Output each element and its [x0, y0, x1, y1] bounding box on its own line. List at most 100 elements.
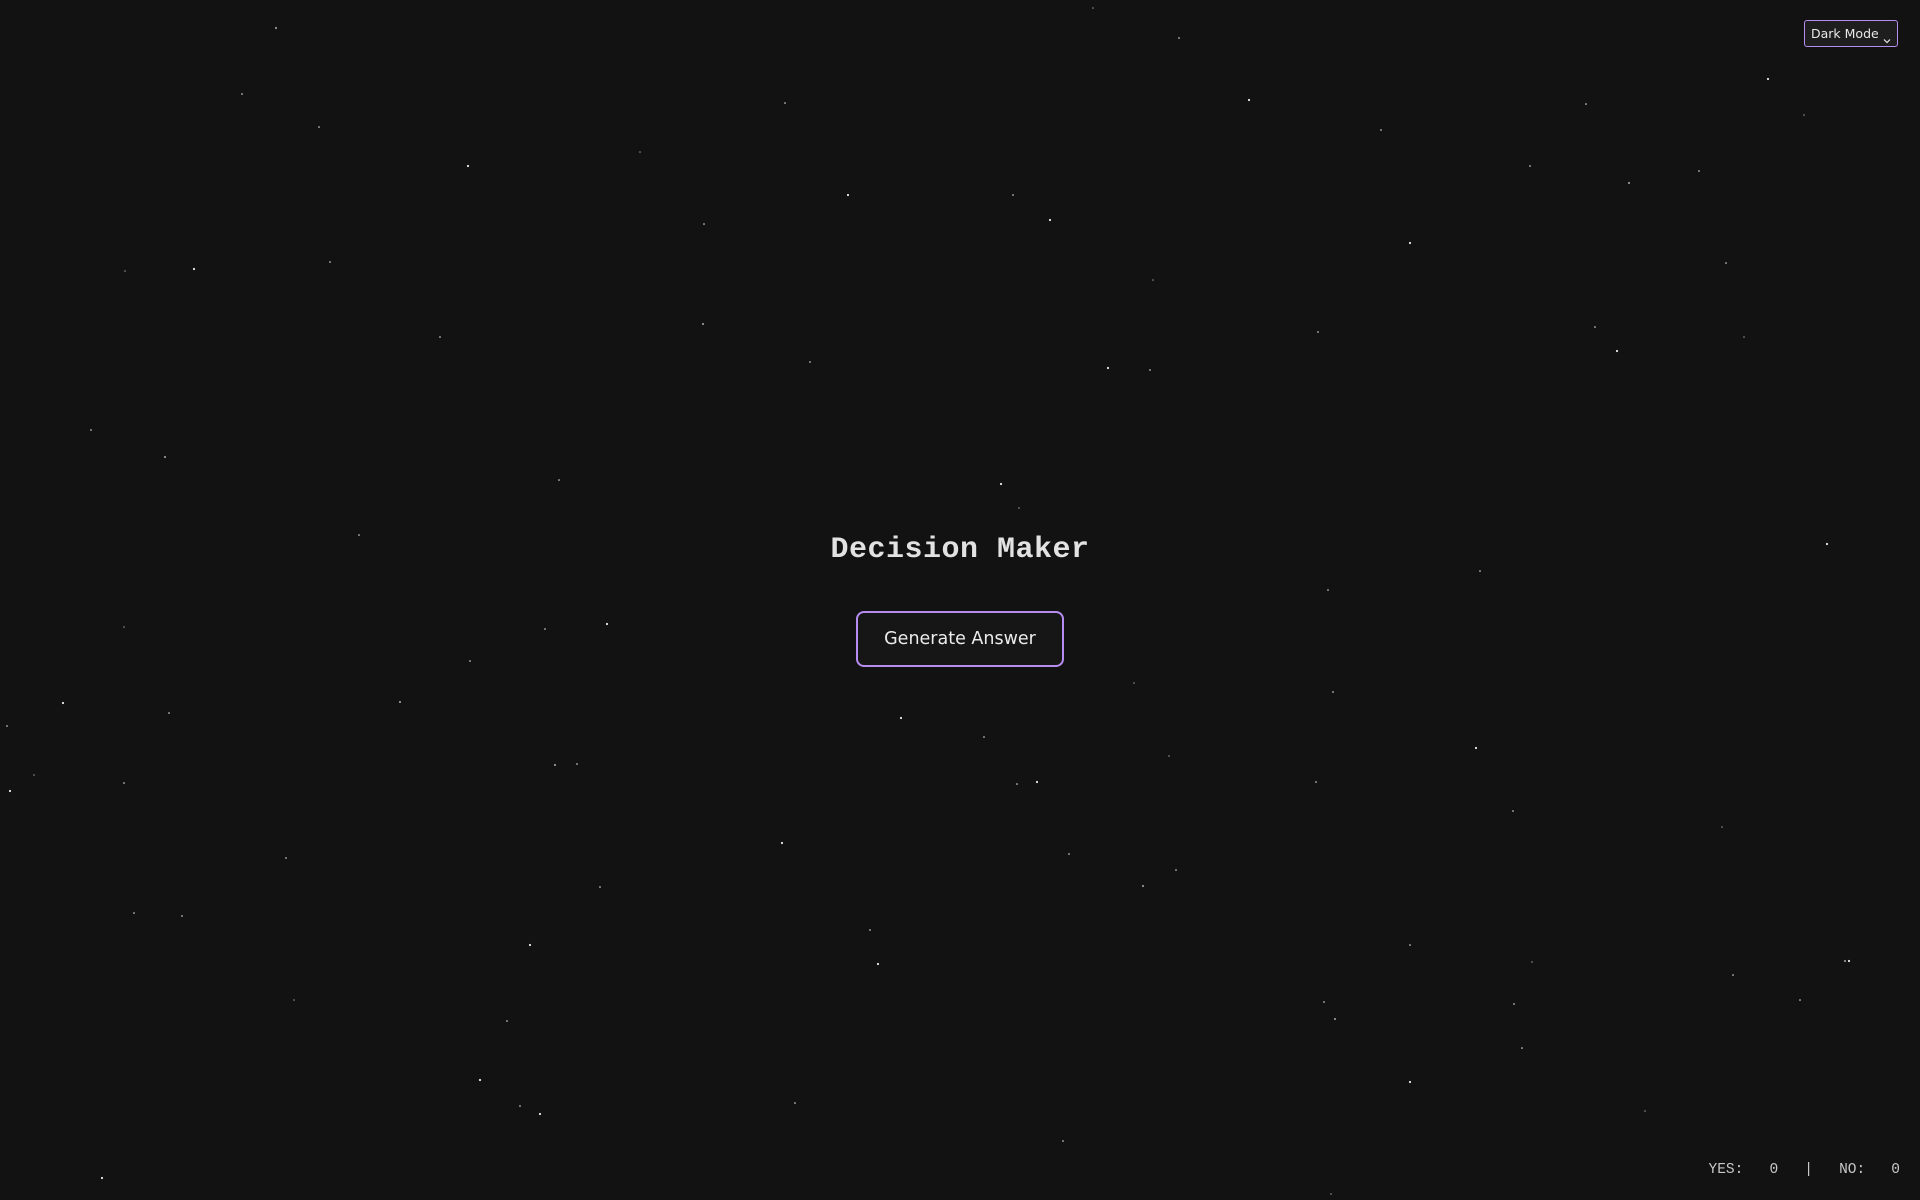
- star: [274, 26, 278, 30]
- star: [558, 479, 560, 481]
- star: [285, 857, 287, 859]
- star: [538, 1112, 542, 1116]
- star: [999, 482, 1003, 486]
- star: [1513, 1003, 1515, 1005]
- theme-select-value: Dark Mode: [1811, 26, 1879, 41]
- star: [318, 126, 320, 128]
- star: [1317, 331, 1319, 333]
- star: [553, 763, 557, 767]
- star: [1615, 349, 1619, 353]
- star: [701, 322, 705, 326]
- main-content: Decision Maker Generate Answer: [0, 532, 1920, 667]
- star: [1141, 884, 1145, 888]
- star: [703, 223, 705, 225]
- star: [899, 716, 903, 720]
- star: [1732, 974, 1734, 976]
- star: [1247, 98, 1251, 102]
- star: [1409, 944, 1411, 946]
- star: [1529, 165, 1531, 167]
- star: [1175, 869, 1177, 871]
- star: [784, 102, 786, 104]
- star: [599, 886, 601, 888]
- star: [846, 193, 850, 197]
- star: [1106, 366, 1110, 370]
- star: [168, 712, 170, 714]
- no-label: NO:: [1839, 1162, 1866, 1178]
- star: [1843, 959, 1847, 963]
- star: [1725, 262, 1727, 264]
- star: [329, 261, 331, 263]
- star: [1315, 781, 1317, 783]
- star: [1408, 1080, 1412, 1084]
- yes-no-counter: YES: 0 | NO: 0: [1709, 1162, 1900, 1178]
- star: [1531, 961, 1533, 963]
- star: [983, 736, 985, 738]
- star: [1152, 279, 1154, 281]
- star: [1585, 103, 1587, 105]
- counter-separator: |: [1804, 1162, 1813, 1178]
- star: [241, 93, 243, 95]
- star: [528, 943, 532, 947]
- star: [1133, 682, 1135, 684]
- chevron-down-icon: [1883, 30, 1891, 43]
- star: [6, 725, 8, 727]
- star: [1408, 241, 1412, 245]
- no-count: 0: [1891, 1162, 1900, 1178]
- star: [794, 1102, 796, 1104]
- star: [100, 1176, 104, 1180]
- star: [1333, 1017, 1337, 1021]
- star: [876, 962, 880, 966]
- star: [1380, 129, 1382, 131]
- star: [163, 455, 167, 459]
- star: [1521, 1047, 1523, 1049]
- star: [398, 700, 402, 704]
- star: [1330, 1193, 1332, 1195]
- star: [1092, 7, 1094, 9]
- star: [809, 361, 811, 363]
- star: [1766, 77, 1770, 81]
- star: [1512, 810, 1514, 812]
- star: [123, 782, 125, 784]
- star: [1721, 826, 1723, 828]
- star: [1178, 37, 1180, 39]
- star: [1323, 1001, 1325, 1003]
- star: [61, 701, 65, 705]
- star: [1698, 170, 1700, 172]
- star: [1332, 691, 1334, 693]
- star: [1799, 999, 1801, 1001]
- yes-label: YES:: [1708, 1162, 1744, 1178]
- star: [869, 929, 871, 931]
- star: [293, 999, 295, 1001]
- star: [576, 763, 578, 765]
- star: [1016, 783, 1018, 785]
- star: [1068, 853, 1070, 855]
- star: [1035, 780, 1039, 784]
- star: [1149, 369, 1151, 371]
- star: [1743, 336, 1745, 338]
- theme-select[interactable]: Dark Mode: [1804, 20, 1898, 47]
- star: [1474, 746, 1478, 750]
- yes-count: 0: [1769, 1162, 1779, 1178]
- star: [1062, 1140, 1064, 1142]
- star: [1012, 194, 1014, 196]
- star: [1594, 326, 1596, 328]
- star: [33, 774, 35, 776]
- page-title: Decision Maker: [830, 533, 1090, 567]
- star: [8, 789, 12, 793]
- star: [1644, 1110, 1646, 1112]
- star: [1627, 181, 1631, 185]
- star: [639, 151, 641, 153]
- star: [1803, 114, 1805, 116]
- star: [1168, 755, 1170, 757]
- star: [192, 267, 196, 271]
- generate-answer-button[interactable]: Generate Answer: [856, 611, 1064, 667]
- star: [478, 1078, 482, 1082]
- star: [133, 912, 135, 914]
- star: [506, 1020, 508, 1022]
- star: [519, 1105, 521, 1107]
- star: [90, 429, 92, 431]
- star: [1847, 959, 1851, 963]
- star: [439, 336, 441, 338]
- star: [124, 270, 126, 272]
- star: [1048, 218, 1052, 222]
